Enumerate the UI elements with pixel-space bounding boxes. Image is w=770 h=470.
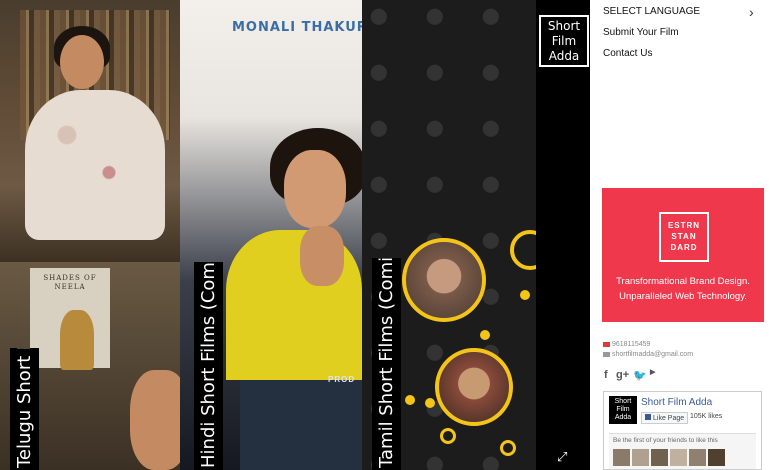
hindi-scene-hand [300, 226, 344, 286]
contact-phone: 9618115459 [603, 341, 650, 348]
ad-logo-line-1: ESTRN [667, 221, 701, 230]
logo-line-2: Film [551, 34, 577, 48]
avatar[interactable] [613, 449, 630, 466]
google-plus-icon[interactable]: g+ [616, 369, 629, 381]
avatar[interactable] [689, 449, 706, 466]
fb-page-logo[interactable]: Short Film Adda [609, 396, 637, 424]
ad-logo-line-2: STAN [671, 232, 697, 241]
mail-icon [603, 351, 610, 357]
hindi-scene-face [284, 150, 346, 228]
youtube-icon[interactable]: ▶ [650, 369, 655, 376]
fb-like-button[interactable]: Like Page [641, 412, 689, 424]
ad-logo-line-3: DARD [670, 243, 698, 252]
ad-tagline-2: Unparalleled Web Technology. [619, 291, 747, 302]
hindi-scene-pants [240, 380, 362, 470]
tamil-circle-photo-1 [402, 238, 486, 322]
logo-line-3: Adda [548, 49, 580, 63]
contact-us-link[interactable]: Contact Us [603, 48, 652, 59]
logo-strip [536, 0, 590, 470]
fb-logo-line-3: Adda [614, 414, 632, 421]
contact-email[interactable]: shortfilmadda@gmail.com [603, 351, 693, 358]
phone-number: 9618115459 [612, 341, 651, 348]
avatar[interactable] [708, 449, 725, 466]
avatar[interactable] [651, 449, 668, 466]
tamil-dot [520, 290, 530, 300]
fb-friends-text: Be the first of your friends to like thi… [613, 437, 718, 444]
ad-logo: ESTRN STAN DARD [659, 212, 709, 262]
tamil-circle-photo-2 [435, 348, 513, 426]
avatar[interactable] [670, 449, 687, 466]
fb-page-name[interactable]: Short Film Adda [641, 397, 712, 408]
select-language-menu[interactable]: SELECT LANGUAGE [603, 6, 700, 17]
telugu-scene-dress [25, 90, 165, 240]
tamil-dot [480, 330, 490, 340]
telugu-poster-text: SHADES OF NEELA [43, 274, 97, 291]
telugu-label[interactable]: Telugu Short Films [10, 348, 39, 470]
email-address: shortfilmadda@gmail.com [612, 351, 694, 358]
thumbs-up-icon [645, 414, 651, 420]
expand-icon[interactable]: ⤢ [557, 449, 567, 465]
submit-film-link[interactable]: Submit Your Film [603, 27, 679, 38]
fb-logo-line-2: Film [616, 406, 630, 413]
twitter-icon[interactable]: 🐦 [633, 369, 647, 382]
hindi-poster-footer: PROD [328, 375, 356, 384]
facebook-icon[interactable]: f [604, 369, 608, 381]
fb-like-label: Like Page [653, 415, 685, 422]
site-logo[interactable]: Short Film Adda [539, 15, 589, 67]
fb-logo-line-1: Short [614, 398, 632, 405]
ad-tagline-1: Transformational Brand Design. [616, 276, 750, 287]
logo-line-1: Short [547, 19, 581, 33]
telugu-scene-statue [60, 310, 94, 370]
tamil-dot [405, 395, 415, 405]
chevron-right-icon[interactable]: › [749, 4, 754, 20]
hindi-poster-title: MONALI THAKUR [232, 20, 368, 35]
avatar[interactable] [632, 449, 649, 466]
tamil-dot [425, 398, 435, 408]
telugu-scene-face [60, 35, 104, 89]
hindi-label[interactable]: Hindi Short Films (Coming Soon) [194, 262, 223, 470]
tamil-ring [440, 428, 456, 444]
tamil-label[interactable]: Tamil Short Films (Coming Soon) [372, 258, 401, 470]
fb-like-count: 105K likes [690, 413, 723, 420]
phone-icon [603, 341, 610, 347]
tamil-ring [500, 440, 516, 456]
